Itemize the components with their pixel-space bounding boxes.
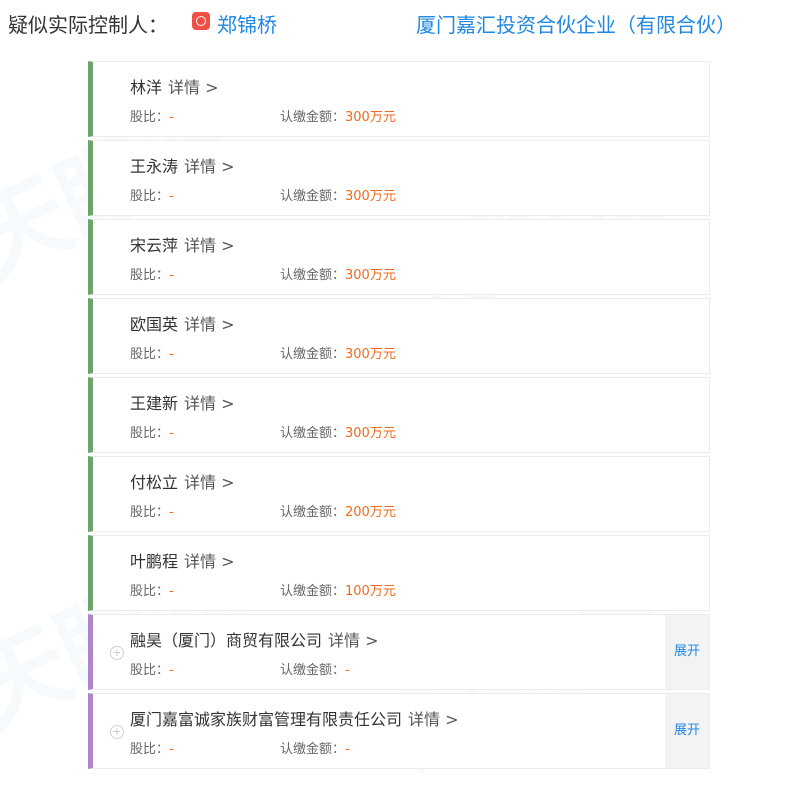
shareholder-name[interactable]: 宋云萍 详情 > xyxy=(130,232,235,256)
amount-value: 100万元 xyxy=(345,584,396,599)
detail-link[interactable]: 详情 > xyxy=(184,157,235,176)
expand-button[interactable]: 展开 xyxy=(665,694,709,768)
shareholder-card: 王永涛 详情 > 股比：- 认缴金额：300万元 xyxy=(88,140,710,216)
ratio-field: 股比：- xyxy=(130,110,174,125)
ratio-value: - xyxy=(169,742,174,757)
amount-field: 认缴金额：- xyxy=(280,742,350,757)
amount-field: 认缴金额：100万元 xyxy=(280,584,396,599)
shareholder-name[interactable]: 厦门嘉富诚家族财富管理有限责任公司 详情 > xyxy=(130,706,459,730)
shareholder-card-company: + 厦门嘉富诚家族财富管理有限责任公司 详情 > 股比：- 认缴金额：- 展开 xyxy=(88,693,710,769)
amount-value: 300万元 xyxy=(345,426,396,441)
detail-link[interactable]: 详情 > xyxy=(184,473,235,492)
ratio-value: - xyxy=(169,189,174,204)
controller-label: 疑似实际控制人： xyxy=(8,13,168,37)
ratio-field: 股比：- xyxy=(130,742,174,757)
ratio-field: 股比：- xyxy=(130,584,174,599)
amount-field: 认缴金额：- xyxy=(280,663,350,678)
detail-link[interactable]: 详情 > xyxy=(328,631,379,650)
amount-value: 200万元 xyxy=(345,505,396,520)
expand-plus-icon[interactable]: + xyxy=(110,725,124,739)
ratio-field: 股比：- xyxy=(130,505,174,520)
ratio-value: - xyxy=(169,663,174,678)
amount-field: 认缴金额：300万元 xyxy=(280,347,396,362)
shareholder-name[interactable]: 融昊（厦门）商贸有限公司 详情 > xyxy=(130,627,379,651)
ratio-value: - xyxy=(169,110,174,125)
ratio-field: 股比：- xyxy=(130,663,174,678)
detail-link[interactable]: 详情 > xyxy=(184,315,235,334)
shareholder-name[interactable]: 林洋 详情 > xyxy=(130,74,219,98)
ratio-field: 股比：- xyxy=(130,426,174,441)
amount-value: 300万元 xyxy=(345,110,396,125)
ratio-value: - xyxy=(169,426,174,441)
amount-value: - xyxy=(345,663,350,678)
shareholder-name[interactable]: 欧国英 详情 > xyxy=(130,311,235,335)
shareholder-name[interactable]: 王永涛 详情 > xyxy=(130,153,235,177)
shareholder-card: 付松立 详情 > 股比：- 认缴金额：200万元 xyxy=(88,456,710,532)
shareholder-card-company: + 融昊（厦门）商贸有限公司 详情 > 股比：- 认缴金额：- 展开 xyxy=(88,614,710,690)
shareholder-name[interactable]: 付松立 详情 > xyxy=(130,469,235,493)
amount-field: 认缴金额：300万元 xyxy=(280,189,396,204)
shareholder-card: 欧国英 详情 > 股比：- 认缴金额：300万元 xyxy=(88,298,710,374)
shareholder-name[interactable]: 叶鹏程 详情 > xyxy=(130,548,235,572)
detail-link[interactable]: 详情 > xyxy=(184,236,235,255)
amount-field: 认缴金额：300万元 xyxy=(280,110,396,125)
amount-field: 认缴金额：300万元 xyxy=(280,268,396,283)
amount-value: - xyxy=(345,742,350,757)
detail-link[interactable]: 详情 > xyxy=(184,552,235,571)
detail-link[interactable]: 详情 > xyxy=(408,710,459,729)
shareholder-card: 王建新 详情 > 股比：- 认缴金额：300万元 xyxy=(88,377,710,453)
ratio-value: - xyxy=(169,347,174,362)
controller-name-link[interactable]: 郑锦桥 xyxy=(217,9,277,38)
company-link[interactable]: 厦门嘉汇投资合伙企业（有限合伙） xyxy=(416,9,736,38)
ratio-field: 股比：- xyxy=(130,268,174,283)
shareholder-card: 叶鹏程 详情 > 股比：- 认缴金额：100万元 xyxy=(88,535,710,611)
shareholder-card: 林洋 详情 > 股比：- 认缴金额：300万元 xyxy=(88,61,710,137)
shareholder-card: 宋云萍 详情 > 股比：- 认缴金额：300万元 xyxy=(88,219,710,295)
ratio-field: 股比：- xyxy=(130,189,174,204)
amount-field: 认缴金额：200万元 xyxy=(280,505,396,520)
person-icon xyxy=(192,12,210,30)
amount-value: 300万元 xyxy=(345,347,396,362)
detail-link[interactable]: 详情 > xyxy=(168,78,219,97)
expand-button[interactable]: 展开 xyxy=(665,615,709,689)
amount-value: 300万元 xyxy=(345,268,396,283)
expand-plus-icon[interactable]: + xyxy=(110,646,124,660)
ratio-value: - xyxy=(169,584,174,599)
ratio-field: 股比：- xyxy=(130,347,174,362)
shareholder-name[interactable]: 王建新 详情 > xyxy=(130,390,235,414)
ratio-value: - xyxy=(169,268,174,283)
ratio-value: - xyxy=(169,505,174,520)
shareholder-list: 林洋 详情 > 股比：- 认缴金额：300万元 王永涛 详情 > 股比：- 认缴金额… xyxy=(88,61,710,772)
detail-link[interactable]: 详情 > xyxy=(184,394,235,413)
controller-header: 疑似实际控制人： 郑锦桥 厦门嘉汇投资合伙企业（有限合伙） xyxy=(0,0,800,48)
amount-field: 认缴金额：300万元 xyxy=(280,426,396,441)
amount-value: 300万元 xyxy=(345,189,396,204)
